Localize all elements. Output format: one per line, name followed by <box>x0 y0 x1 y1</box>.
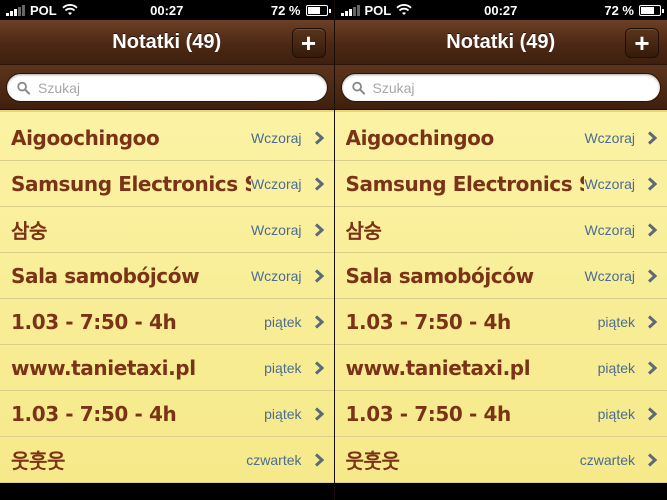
note-date: Wczoraj <box>250 221 302 238</box>
note-title: 삼숭 <box>11 219 47 243</box>
clock: 00:27 <box>150 2 184 18</box>
battery-percent: 72 % <box>604 2 634 18</box>
status-bar: POL 00:27 72 % <box>0 0 334 20</box>
note-title: 웃훗웃 <box>11 449 65 473</box>
list-item[interactable]: www.tanietaxi.pl piątek <box>334 345 667 391</box>
notes-list: Aigoochingoo Wczoraj Samsung Electronics … <box>334 110 667 483</box>
list-item[interactable]: 1.03 - 7:50 - 4h piątek <box>0 299 334 345</box>
note-title: Samsung Electronics Sp.... <box>345 171 585 196</box>
chevron-right-icon <box>314 452 324 467</box>
note-date: Wczoraj <box>584 267 635 284</box>
list-item[interactable]: 웃훗웃 czwartek <box>0 437 334 483</box>
search-bar <box>334 65 667 110</box>
note-date: piątek <box>264 313 302 330</box>
chevron-right-icon <box>314 360 324 375</box>
note-title: www.tanietaxi.pl <box>11 355 196 380</box>
chevron-right-icon <box>314 130 324 145</box>
wifi-icon <box>396 4 412 15</box>
list-item[interactable]: 1.03 - 7:50 - 4h piątek <box>0 391 334 437</box>
note-date: piątek <box>264 359 302 376</box>
chevron-right-icon <box>647 268 657 283</box>
add-note-button[interactable]: + <box>625 28 659 58</box>
note-title: 웃훗웃 <box>345 449 400 473</box>
note-title: 1.03 - 7:50 - 4h <box>345 401 512 426</box>
note-title: 1.03 - 7:50 - 4h <box>345 309 512 334</box>
search-input[interactable] <box>38 79 317 96</box>
chevron-right-icon <box>647 452 657 467</box>
note-date: piątek <box>597 359 635 376</box>
chevron-right-icon <box>647 130 657 145</box>
notes-list: Aigoochingoo Wczoraj Samsung Electronics … <box>0 110 334 483</box>
note-title: 1.03 - 7:50 - 4h <box>11 309 177 334</box>
clock: 00:27 <box>484 2 518 18</box>
chevron-right-icon <box>314 268 324 283</box>
search-bar <box>0 65 334 110</box>
note-date: Wczoraj <box>584 175 635 192</box>
chevron-right-icon <box>314 406 324 421</box>
note-date: piątek <box>597 405 635 422</box>
page-title: Notatki (49) <box>446 30 556 53</box>
carrier: POL <box>364 2 392 18</box>
note-date: Wczoraj <box>584 129 635 146</box>
battery-percent: 72 % <box>270 2 301 18</box>
notes-screen-right: POL 00:27 72 % Notatki (49) + Aigooching… <box>333 0 667 500</box>
note-title: Aigoochingoo <box>11 125 160 150</box>
note-date: Wczoraj <box>584 221 635 238</box>
note-title: 삼숭 <box>345 219 382 243</box>
list-item[interactable]: 삼숭 Wczoraj <box>334 207 667 253</box>
notes-screen-left: POL 00:27 72 % Notatki (49) + Aigooching… <box>0 0 334 500</box>
chevron-right-icon <box>314 176 324 191</box>
note-title: Sala samobójców <box>345 263 535 288</box>
search-field[interactable] <box>340 73 661 102</box>
search-field[interactable] <box>6 73 328 102</box>
nav-bar: Notatki (49) + <box>334 20 667 65</box>
note-title: Samsung Electronics Sp.... <box>11 171 251 196</box>
signal-icon <box>340 4 360 16</box>
nav-bar: Notatki (49) + <box>0 20 334 65</box>
list-item[interactable]: Aigoochingoo Wczoraj <box>334 115 667 161</box>
note-title: 1.03 - 7:50 - 4h <box>11 401 177 426</box>
list-item[interactable]: Samsung Electronics Sp....Wczoraj <box>0 161 334 207</box>
screenshot: POL 00:27 72 % Notatki (49) + Aigooching… <box>0 0 667 500</box>
note-date: piątek <box>264 405 302 422</box>
note-title: Sala samobójców <box>11 263 200 288</box>
note-date: Wczoraj <box>250 267 302 284</box>
search-icon <box>17 81 31 95</box>
chevron-right-icon <box>647 176 657 191</box>
chevron-right-icon <box>647 314 657 329</box>
add-note-button[interactable]: + <box>291 28 326 58</box>
note-date: czwartek <box>579 451 635 468</box>
carrier: POL <box>30 2 57 18</box>
list-item[interactable]: 삼숭 Wczoraj <box>0 207 334 253</box>
search-icon <box>351 81 365 95</box>
chevron-right-icon <box>647 222 657 237</box>
signal-icon <box>6 4 25 16</box>
search-input[interactable] <box>372 79 650 96</box>
battery-icon <box>305 4 331 16</box>
list-item[interactable]: Samsung Electronics Sp....Wczoraj <box>334 161 667 207</box>
list-item[interactable]: Aigoochingoo Wczoraj <box>0 115 334 161</box>
list-item[interactable]: 1.03 - 7:50 - 4h piątek <box>334 391 667 437</box>
note-date: Wczoraj <box>250 175 302 192</box>
note-date: Wczoraj <box>250 129 302 146</box>
list-item[interactable]: Sala samobójców Wczoraj <box>0 253 334 299</box>
list-item[interactable]: 1.03 - 7:50 - 4h piątek <box>334 299 667 345</box>
wifi-icon <box>62 4 78 15</box>
status-bar: POL 00:27 72 % <box>334 0 667 20</box>
chevron-right-icon <box>647 360 657 375</box>
page-title: Notatki (49) <box>112 30 222 53</box>
battery-icon <box>639 4 664 16</box>
list-item[interactable]: Sala samobójców Wczoraj <box>334 253 667 299</box>
note-title: www.tanietaxi.pl <box>345 355 531 380</box>
list-item[interactable]: www.tanietaxi.pl piątek <box>0 345 334 391</box>
note-date: piątek <box>597 313 635 330</box>
note-date: czwartek <box>246 451 302 468</box>
chevron-right-icon <box>314 314 324 329</box>
note-title: Aigoochingoo <box>345 125 495 150</box>
list-item[interactable]: 웃훗웃 czwartek <box>334 437 667 483</box>
chevron-right-icon <box>314 222 324 237</box>
chevron-right-icon <box>647 406 657 421</box>
